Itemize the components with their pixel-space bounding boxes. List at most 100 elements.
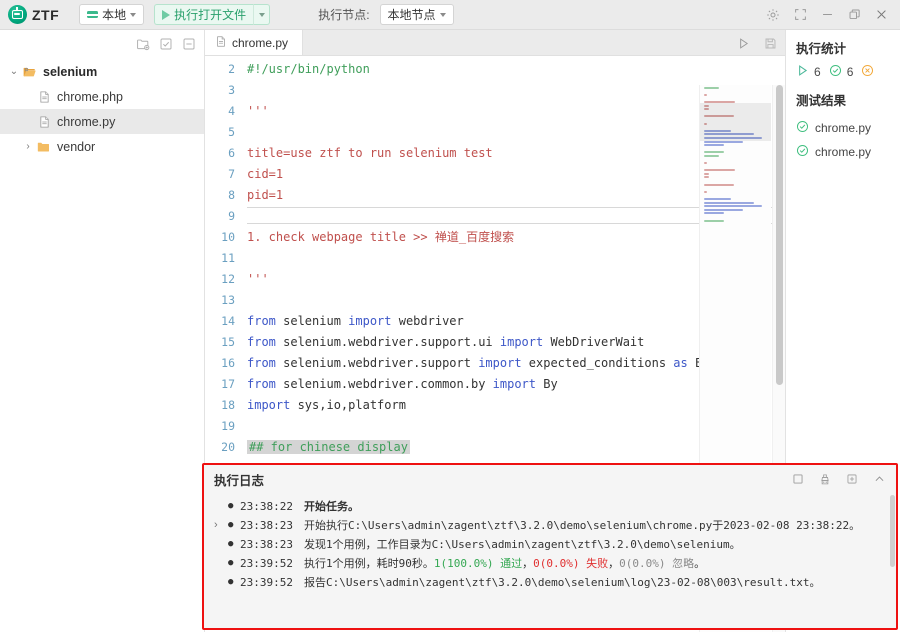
code-line: 5 <box>205 121 785 142</box>
fullscreen-icon[interactable] <box>794 8 807 21</box>
exec-node-label: 执行节点: <box>318 6 369 23</box>
code-line: 11 <box>205 247 785 268</box>
restore-icon[interactable] <box>848 8 861 21</box>
chevron-up-icon[interactable] <box>873 473 886 485</box>
line-number: 6 <box>205 146 247 160</box>
run-open-file-button[interactable]: 执行打开文件 <box>154 4 253 25</box>
new-folder-icon[interactable] <box>136 37 150 51</box>
settings-gear-icon[interactable] <box>766 8 780 22</box>
editor-tabbar: chrome.py <box>205 30 785 56</box>
line-number: 20 <box>205 440 247 454</box>
server-icon <box>87 11 98 18</box>
code-line: 6title=use ztf to run selenium test <box>205 142 785 163</box>
line-number: 3 <box>205 83 247 97</box>
tree-item-selenium[interactable]: ⌄ selenium <box>0 59 204 84</box>
exec-node-select[interactable]: 本地节点 <box>380 4 454 25</box>
minimap-line <box>704 94 707 96</box>
close-icon[interactable] <box>875 8 888 21</box>
ztf-robot-logo-icon <box>8 5 27 24</box>
test-result-item[interactable]: chrome.py <box>796 116 900 140</box>
log-expand-toggle[interactable]: › <box>214 518 228 533</box>
log-timestamp: 23:38:23 <box>240 537 304 552</box>
tree-item-vendor[interactable]: › vendor <box>0 134 204 159</box>
chevron-right-icon[interactable]: › <box>20 141 36 152</box>
code-line-text: from selenium.webdriver.support.ui impor… <box>247 335 644 349</box>
log-entries-list[interactable]: ●23:38:22开始任务。›●23:38:23开始执行C:\Users\adm… <box>204 493 896 628</box>
minimap-line <box>704 176 709 178</box>
tree-item-chrome-php[interactable]: chrome.php <box>0 84 204 109</box>
log-timestamp: 23:39:52 <box>240 556 304 571</box>
minimap-line <box>704 155 719 157</box>
line-number: 19 <box>205 419 247 433</box>
add-box-icon[interactable] <box>846 473 858 485</box>
minimap-line <box>704 169 735 171</box>
test-result-label: chrome.py <box>815 145 871 159</box>
code-line: 15from selenium.webdriver.support.ui imp… <box>205 331 785 352</box>
log-bullet-icon: ● <box>228 556 240 571</box>
save-file-icon[interactable] <box>764 37 777 50</box>
tree-item-label: vendor <box>57 140 95 154</box>
exec-total-count: 6 <box>814 65 821 79</box>
code-line: 13 <box>205 289 785 310</box>
log-timestamp: 23:39:52 <box>240 575 304 590</box>
environment-select[interactable]: 本地 <box>79 4 144 25</box>
clear-log-icon[interactable] <box>819 473 831 486</box>
log-entry: ›●23:38:23开始执行C:\Users\admin\zagent\ztf\… <box>214 518 886 533</box>
minimap-line <box>704 209 743 211</box>
log-entry: ●23:38:22开始任务。 <box>214 499 886 514</box>
minimap-line <box>704 87 719 89</box>
scrollbar-thumb[interactable] <box>776 85 783 385</box>
exec-stats-row: 6 6 <box>796 64 900 80</box>
x-circle-icon <box>861 64 874 80</box>
code-line: 101. check webpage title >> 禅道_百度搜索 <box>205 226 785 247</box>
chevron-down-icon <box>440 13 446 17</box>
minimap-line <box>704 184 734 186</box>
checkbox-icon[interactable] <box>159 37 173 51</box>
line-number: 15 <box>205 335 247 349</box>
chevron-down-icon[interactable]: ⌄ <box>6 66 22 77</box>
collapse-all-icon[interactable] <box>182 37 196 51</box>
code-line-text: 1. check webpage title >> 禅道_百度搜索 <box>247 228 514 245</box>
line-number: 5 <box>205 125 247 139</box>
log-entry: ●23:39:52报告C:\Users\admin\zagent\ztf\3.2… <box>214 575 886 590</box>
line-number: 4 <box>205 104 247 118</box>
folder-open-icon <box>22 65 37 79</box>
run-file-icon[interactable] <box>737 37 750 50</box>
code-line: 7cid=1 <box>205 163 785 184</box>
editor-tab-chrome-py[interactable]: chrome.py <box>205 30 303 55</box>
log-message: 发现1个用例，工作目录为C:\Users\admin\zagent\ztf\3.… <box>304 537 886 552</box>
check-circle-icon <box>796 144 809 160</box>
log-bullet-icon: ● <box>228 575 240 590</box>
log-scrollbar-thumb[interactable] <box>890 495 895 567</box>
app-name: ZTF <box>32 7 59 23</box>
log-message: 报告C:\Users\admin\zagent\ztf\3.2.0\demo\s… <box>304 575 886 590</box>
minimize-icon[interactable] <box>821 8 834 21</box>
code-line-text: import sys,io,platform <box>247 398 406 412</box>
tree-item-chrome-py[interactable]: chrome.py <box>0 109 204 134</box>
code-line: 8pid=1 <box>205 184 785 205</box>
code-line: 20## for chinese display <box>205 436 785 457</box>
code-line-text: ## for chinese display <box>247 440 410 454</box>
line-number: 7 <box>205 167 247 181</box>
editor-actions <box>737 30 777 56</box>
line-number: 2 <box>205 62 247 76</box>
line-number: 11 <box>205 251 247 265</box>
log-message: 开始执行C:\Users\admin\zagent\ztf\3.2.0\demo… <box>304 518 886 533</box>
code-line-text: ''' <box>247 104 269 118</box>
stop-square-icon[interactable] <box>792 473 804 485</box>
line-number: 14 <box>205 314 247 328</box>
file-explorer-sidebar: ⌄ selenium <box>0 30 205 632</box>
app-logo: ZTF <box>6 5 65 24</box>
code-line-text: pid=1 <box>247 188 283 202</box>
minimap-viewport[interactable] <box>700 103 771 141</box>
chevron-down-icon <box>130 13 136 17</box>
test-result-item[interactable]: chrome.py <box>796 140 900 164</box>
log-timestamp: 23:38:22 <box>240 499 304 514</box>
code-line: 4''' <box>205 100 785 121</box>
run-options-dropdown-button[interactable] <box>253 4 270 25</box>
log-panel-header: 执行日志 <box>204 465 896 493</box>
log-timestamp: 23:38:23 <box>240 518 304 533</box>
test-result-label: chrome.py <box>815 121 871 135</box>
file-icon <box>215 35 227 51</box>
exec-stats-title: 执行统计 <box>796 38 900 57</box>
